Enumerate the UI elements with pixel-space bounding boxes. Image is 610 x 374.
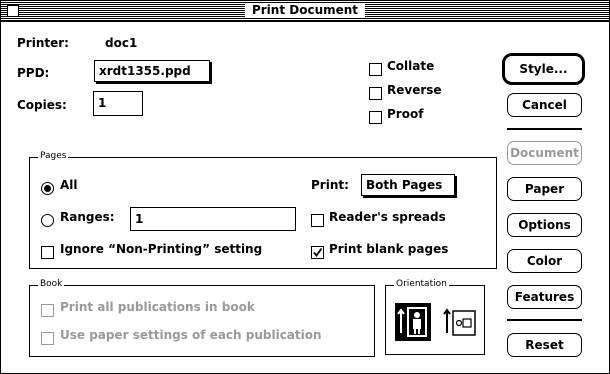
title-bar[interactable]: Print Document	[1, 1, 609, 22]
readers-spreads-label: Reader's spreads	[329, 210, 446, 224]
cancel-button[interactable]: Cancel	[507, 93, 582, 117]
book-group-label: Book	[38, 278, 65, 290]
printer-label: Printer:	[17, 36, 69, 50]
reverse-checkbox[interactable]	[369, 87, 382, 100]
portrait-orientation-icon[interactable]	[395, 303, 431, 341]
copies-label: Copies:	[17, 98, 67, 112]
use-paper-settings-label: Use paper settings of each publication	[60, 328, 322, 342]
collate-label: Collate	[387, 59, 435, 73]
all-radio-dot	[44, 185, 51, 192]
reset-button[interactable]: Reset	[507, 333, 582, 357]
window-title: Print Document	[244, 3, 366, 18]
all-label: All	[60, 178, 78, 192]
color-button[interactable]: Color	[507, 249, 582, 273]
print-label: Print:	[311, 178, 349, 192]
orientation-group-label: Orientation	[394, 278, 449, 290]
ranges-field[interactable]: 1	[130, 207, 296, 231]
ignore-nonprinting-checkbox[interactable]	[41, 246, 54, 259]
ignore-nonprinting-label: Ignore “Non-Printing” setting	[60, 242, 263, 256]
reverse-label: Reverse	[387, 83, 442, 97]
print-document-dialog: Print Document Printer: doc1 PPD: xrdt13…	[0, 0, 610, 374]
style-button[interactable]: Style...	[502, 53, 585, 85]
all-radio[interactable]	[41, 182, 54, 195]
print-all-publications-label: Print all publications in book	[60, 300, 255, 314]
paper-button[interactable]: Paper	[507, 177, 582, 201]
features-button[interactable]: Features	[507, 285, 582, 309]
copies-field[interactable]: 1	[93, 91, 143, 116]
print-blank-pages-label: Print blank pages	[329, 242, 449, 256]
proof-checkbox[interactable]	[369, 111, 382, 124]
checkmark-icon	[313, 247, 323, 257]
landscape-orientation-icon[interactable]	[441, 303, 477, 341]
printer-value: doc1	[105, 36, 138, 50]
ppd-popup[interactable]: xrdt1355.ppd	[94, 60, 210, 82]
book-group: Book	[29, 278, 375, 357]
use-paper-settings-checkbox[interactable]	[41, 332, 54, 345]
print-pages-popup[interactable]: Both Pages	[361, 174, 455, 196]
pages-group-label: Pages	[38, 150, 69, 162]
ppd-label: PPD:	[17, 66, 50, 80]
print-all-publications-checkbox[interactable]	[41, 304, 54, 317]
separator-1	[507, 128, 582, 130]
options-button[interactable]: Options	[507, 213, 582, 237]
close-box[interactable]	[7, 5, 19, 17]
ranges-radio[interactable]	[41, 214, 54, 227]
readers-spreads-checkbox[interactable]	[311, 214, 324, 227]
collate-checkbox[interactable]	[369, 63, 382, 76]
ranges-label: Ranges:	[60, 210, 115, 224]
document-button[interactable]: Document	[507, 141, 582, 165]
proof-label: Proof	[387, 107, 424, 121]
print-blank-pages-checkbox[interactable]	[311, 246, 324, 259]
separator-2	[507, 319, 582, 321]
